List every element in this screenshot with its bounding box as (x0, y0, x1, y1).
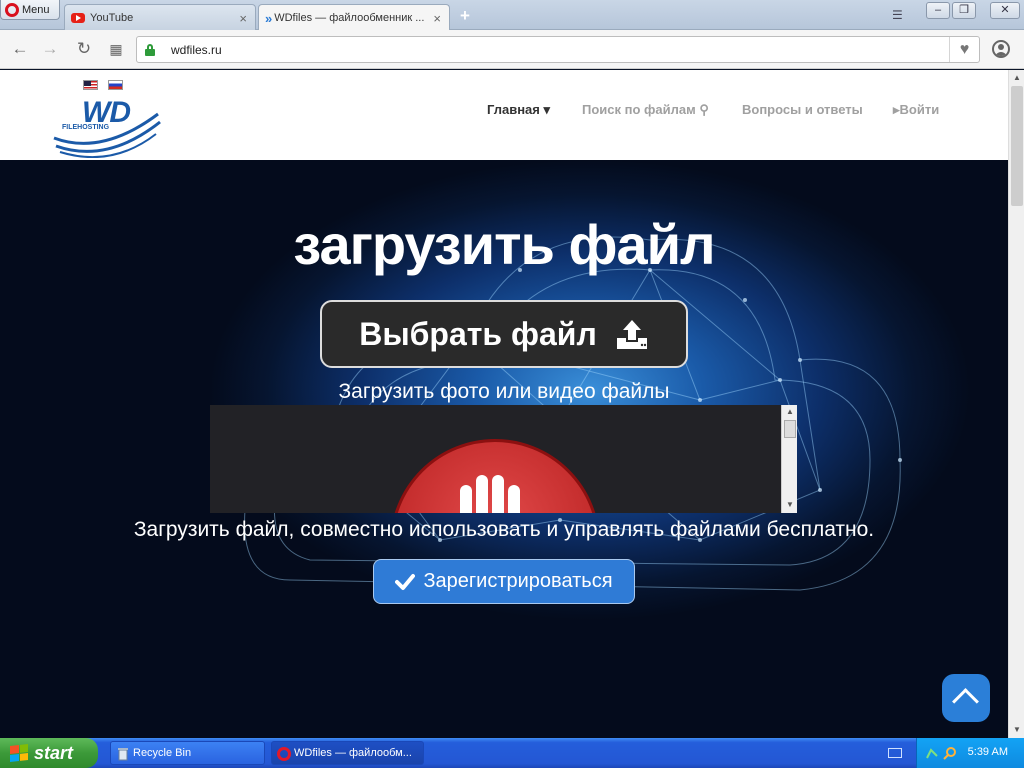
nav-file-search[interactable]: Поиск по файлам ⚲ (582, 102, 709, 118)
ad-scrollbar[interactable]: ▲ ▼ (781, 405, 797, 513)
ad-iframe[interactable]: ▲ ▼ (210, 405, 797, 513)
scroll-thumb[interactable] (1011, 86, 1023, 206)
register-label: Зарегистрироваться (423, 570, 613, 592)
browser-toolbar: ← → ↻ ▦ wdfiles.ru ♥ (0, 30, 1024, 69)
back-button[interactable]: ← (10, 39, 30, 59)
web-page: WD FILEHOSTING Главная ▾ Поиск по файлам… (0, 70, 1008, 738)
address-text: wdfiles.ru (171, 43, 222, 57)
ru-flag-icon[interactable] (108, 80, 123, 90)
tab-label: WDfiles — файлообменник ... (274, 12, 425, 24)
opera-menu-button[interactable]: Menu (0, 0, 60, 20)
minimize-button[interactable]: – (926, 2, 950, 19)
scroll-up-icon[interactable]: ▲ (1009, 70, 1024, 86)
taskbar-item-recycle-bin[interactable]: Recycle Bin (110, 741, 265, 765)
speed-dial-icon[interactable]: ▦ (106, 39, 126, 59)
hero-subtitle: Загрузить фото или видео файлы (338, 380, 670, 403)
search-tray-icon[interactable] (943, 746, 957, 760)
page-scrollbar[interactable]: ▲ ▼ (1008, 70, 1024, 738)
close-tab-icon[interactable]: × (433, 11, 441, 26)
windows-taskbar: start Recycle Bin WDfiles — файлообм... … (0, 738, 1024, 768)
stop-hand-icon (460, 475, 520, 513)
reload-button[interactable]: ↻ (74, 39, 94, 59)
nav-home[interactable]: Главная ▾ (487, 102, 550, 118)
check-icon (395, 572, 416, 592)
ad-scroll-thumb[interactable] (784, 420, 796, 438)
secure-lock-icon (145, 44, 155, 56)
search-icon: ⚲ (699, 102, 709, 117)
wdfiles-icon: » (265, 10, 272, 26)
maximize-button[interactable]: ❐ (952, 2, 976, 19)
logo-subtext: FILEHOSTING (62, 124, 110, 131)
close-window-button[interactable]: ✕ (990, 2, 1020, 19)
hero-section: загрузить файл Выбрать файл Загрузить фо… (0, 160, 1008, 738)
upload-icon (615, 318, 649, 350)
opera-logo-icon (5, 2, 19, 17)
browser-tab-bar: Menu YouTube × » WDfiles — файлообменник… (0, 0, 1024, 31)
nav-login-label: Войти (899, 102, 940, 117)
tab-wdfiles[interactable]: » WDfiles — файлообменник ... × (258, 4, 450, 31)
ad-scroll-up-icon[interactable]: ▲ (784, 406, 796, 418)
network-icon[interactable] (925, 746, 939, 760)
address-bar[interactable]: wdfiles.ru ♥ (136, 36, 980, 63)
taskbar-item-label: WDfiles — файлообм... (294, 747, 412, 759)
youtube-icon (71, 12, 85, 23)
choose-file-button[interactable]: Выбрать файл (320, 300, 688, 368)
hero-description: Загрузить файл, совместно использовать и… (133, 518, 875, 541)
scroll-to-top-button[interactable] (942, 674, 990, 722)
close-tab-icon[interactable]: × (239, 11, 247, 26)
start-button[interactable]: start (0, 738, 98, 768)
menu-label: Menu (22, 3, 50, 16)
clock[interactable]: 5:39 AM (968, 746, 1008, 758)
us-flag-icon[interactable] (83, 80, 98, 90)
site-header: WD FILEHOSTING Главная ▾ Поиск по файлам… (0, 70, 1008, 160)
system-tray: 5:39 AM (916, 738, 1024, 768)
nav-login[interactable]: ▸Войти (893, 102, 939, 118)
hero-title: загрузить файл (293, 213, 715, 276)
new-tab-button[interactable]: + (455, 7, 475, 25)
tab-menu-icon[interactable]: ☰ (892, 8, 903, 22)
ad-scroll-down-icon[interactable]: ▼ (784, 499, 796, 511)
nav-file-search-label: Поиск по файлам (582, 102, 696, 117)
windows-logo-icon (10, 744, 28, 762)
site-logo[interactable]: WD FILEHOSTING (52, 94, 162, 158)
bookmark-heart-icon[interactable]: ♥ (949, 37, 979, 62)
taskbar-item-wdfiles[interactable]: WDfiles — файлообм... (271, 741, 424, 765)
tab-youtube[interactable]: YouTube × (64, 4, 256, 30)
forward-button[interactable]: → (40, 39, 60, 59)
keyboard-layout-icon[interactable] (888, 748, 902, 758)
taskbar-item-label: Recycle Bin (133, 747, 192, 759)
nav-faq[interactable]: Вопросы и ответы (742, 102, 863, 117)
scroll-down-icon[interactable]: ▼ (1009, 722, 1024, 738)
start-label: start (34, 742, 74, 763)
register-button[interactable]: Зарегистрироваться (373, 559, 635, 604)
choose-file-label: Выбрать файл (359, 315, 597, 352)
opera-icon (277, 747, 291, 761)
recycle-bin-icon (116, 747, 130, 761)
profile-icon[interactable] (992, 40, 1010, 58)
tab-label: YouTube (90, 11, 134, 24)
